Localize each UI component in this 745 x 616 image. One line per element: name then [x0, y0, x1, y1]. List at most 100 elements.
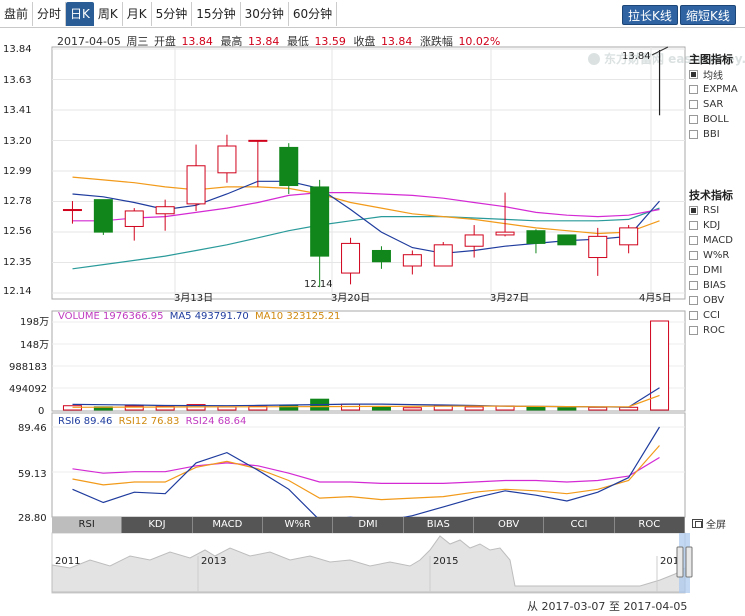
- dmi-checkbox[interactable]: [689, 266, 698, 275]
- navigator-left-handle[interactable]: [676, 546, 684, 578]
- boll-label: BOLL: [703, 114, 729, 125]
- fullscreen-icon: [692, 519, 703, 528]
- range-to-label: 至: [608, 600, 620, 613]
- itab-dmi[interactable]: DMI: [333, 517, 404, 533]
- navigator-year-1: 2013: [201, 556, 226, 567]
- tech-indicator-obv[interactable]: OBV: [689, 293, 733, 308]
- volume-bar: [557, 407, 577, 411]
- kdj-checkbox[interactable]: [689, 221, 698, 230]
- main-indicator-panel: 主图指标 均线 EXPMA SAR BOLL BBI: [689, 51, 738, 142]
- kdj-label: KDJ: [703, 220, 721, 231]
- navigator-right-handle[interactable]: [685, 546, 693, 578]
- tech-indicator-title: 技术指标: [689, 189, 733, 202]
- tech-indicator-bias[interactable]: BIAS: [689, 278, 733, 293]
- volume-tick-4: 0: [38, 406, 44, 417]
- roc-checkbox[interactable]: [689, 326, 698, 335]
- tech-indicator-roc[interactable]: ROC: [689, 323, 733, 338]
- sar-label: SAR: [703, 99, 724, 110]
- rsi-label: RSI: [703, 205, 720, 216]
- volume-legend-ma10: MA10 323125.21: [255, 311, 340, 322]
- dmi-label: DMI: [703, 265, 723, 276]
- itab-macd[interactable]: MACD: [192, 517, 263, 533]
- obv-label: OBV: [703, 295, 725, 306]
- cci-label: CCI: [703, 310, 720, 321]
- cci-checkbox[interactable]: [689, 311, 698, 320]
- price-tick-6: 12.56: [3, 226, 32, 237]
- main-indicator-sar[interactable]: SAR: [689, 97, 738, 112]
- ma-checkbox[interactable]: [689, 70, 698, 79]
- volume-tick-1: 148万: [20, 340, 49, 351]
- volume-bar: [402, 407, 422, 411]
- itab-rsi[interactable]: RSI: [52, 517, 123, 533]
- tech-indicator-rsi[interactable]: RSI: [689, 203, 733, 218]
- fullscreen-button[interactable]: 全屏: [692, 516, 726, 531]
- roc-label: ROC: [703, 325, 725, 336]
- itab-bias[interactable]: BIAS: [403, 517, 474, 533]
- indicator-tabs: RSI KDJ MACD W%R DMI BIAS OBV CCI ROC: [52, 517, 685, 533]
- obv-checkbox[interactable]: [689, 296, 698, 305]
- tech-indicator-macd[interactable]: MACD: [689, 233, 733, 248]
- candle-body: [310, 186, 330, 257]
- candle-body: [371, 249, 391, 263]
- volume-bar: [526, 406, 546, 411]
- candle-body: [279, 146, 299, 187]
- candle-body: [124, 210, 144, 227]
- main-indicator-expma[interactable]: EXPMA: [689, 82, 738, 97]
- price-tick-8: 12.14: [3, 286, 32, 297]
- main-indicator-ma[interactable]: 均线: [689, 67, 738, 82]
- itab-wr[interactable]: W%R: [262, 517, 334, 533]
- price-tick-1: 13.63: [3, 75, 32, 86]
- boll-checkbox[interactable]: [689, 115, 698, 124]
- range-from: 2017-03-07: [541, 600, 606, 613]
- range-from-label: 从: [527, 600, 538, 613]
- price-tick-4: 12.99: [3, 166, 32, 177]
- rsi-checkbox[interactable]: [689, 206, 698, 215]
- tech-indicator-wr[interactable]: W%R: [689, 248, 733, 263]
- rsi-legend-24: RSI24 68.64: [186, 416, 247, 427]
- navigator-year-0: 2011: [55, 556, 80, 567]
- itab-cci[interactable]: CCI: [544, 517, 615, 533]
- candle-body: [186, 165, 206, 205]
- wr-label: W%R: [703, 250, 730, 261]
- navigator-year-3: 201: [660, 556, 679, 567]
- tech-indicator-kdj[interactable]: KDJ: [689, 218, 733, 233]
- tech-indicator-panel: 技术指标 RSI KDJ MACD W%R DMI BIAS OBV CCI R…: [689, 187, 733, 338]
- candle-body: [588, 235, 608, 259]
- main-indicator-boll[interactable]: BOLL: [689, 112, 738, 127]
- date-label-1: 3月20日: [331, 292, 370, 304]
- volume-bar: [588, 406, 608, 411]
- tech-indicator-cci[interactable]: CCI: [689, 308, 733, 323]
- price-panel-frame: [51, 46, 686, 300]
- volume-tick-2: 988183: [9, 362, 47, 373]
- macd-checkbox[interactable]: [689, 236, 698, 245]
- range-to: 2017-04-05: [623, 600, 688, 613]
- itab-roc[interactable]: ROC: [614, 517, 685, 533]
- price-tick-2: 13.41: [3, 105, 32, 116]
- rsi-legend: RSI6 89.46 RSI12 76.83 RSI24 68.64: [58, 416, 246, 427]
- volume-legend-total: VOLUME 1976366.95: [58, 311, 164, 322]
- bbi-checkbox[interactable]: [689, 130, 698, 139]
- rsi-panel-frame: [51, 412, 686, 518]
- candle-body: [62, 209, 82, 212]
- high-annotation: 13.84: [622, 51, 651, 62]
- wr-checkbox[interactable]: [689, 251, 698, 260]
- rsi-legend-6: RSI6 89.46: [58, 416, 112, 427]
- volume-bar: [619, 406, 639, 411]
- main-indicator-bbi[interactable]: BBI: [689, 127, 738, 142]
- volume-legend-ma5: MA5 493791.70: [170, 311, 249, 322]
- bias-checkbox[interactable]: [689, 281, 698, 290]
- low-annotation: 12.14: [304, 279, 333, 290]
- rsi-tick-0: 89.46: [18, 423, 47, 434]
- sar-checkbox[interactable]: [689, 100, 698, 109]
- itab-kdj[interactable]: KDJ: [122, 517, 193, 533]
- volume-bar: [650, 320, 670, 411]
- volume-bar: [371, 406, 391, 411]
- time-navigator[interactable]: 2011 2013 2015 201: [51, 532, 693, 594]
- itab-obv[interactable]: OBV: [473, 517, 545, 533]
- expma-checkbox[interactable]: [689, 85, 698, 94]
- rsi-legend-12: RSI12 76.83: [119, 416, 180, 427]
- tech-indicator-dmi[interactable]: DMI: [689, 263, 733, 278]
- price-axis: 13.84 13.63 13.41 13.20 12.99 12.78 12.5…: [3, 44, 32, 297]
- candle-body: [495, 231, 515, 236]
- volume-axis: 198万 148万 988183 494092 0: [9, 317, 49, 417]
